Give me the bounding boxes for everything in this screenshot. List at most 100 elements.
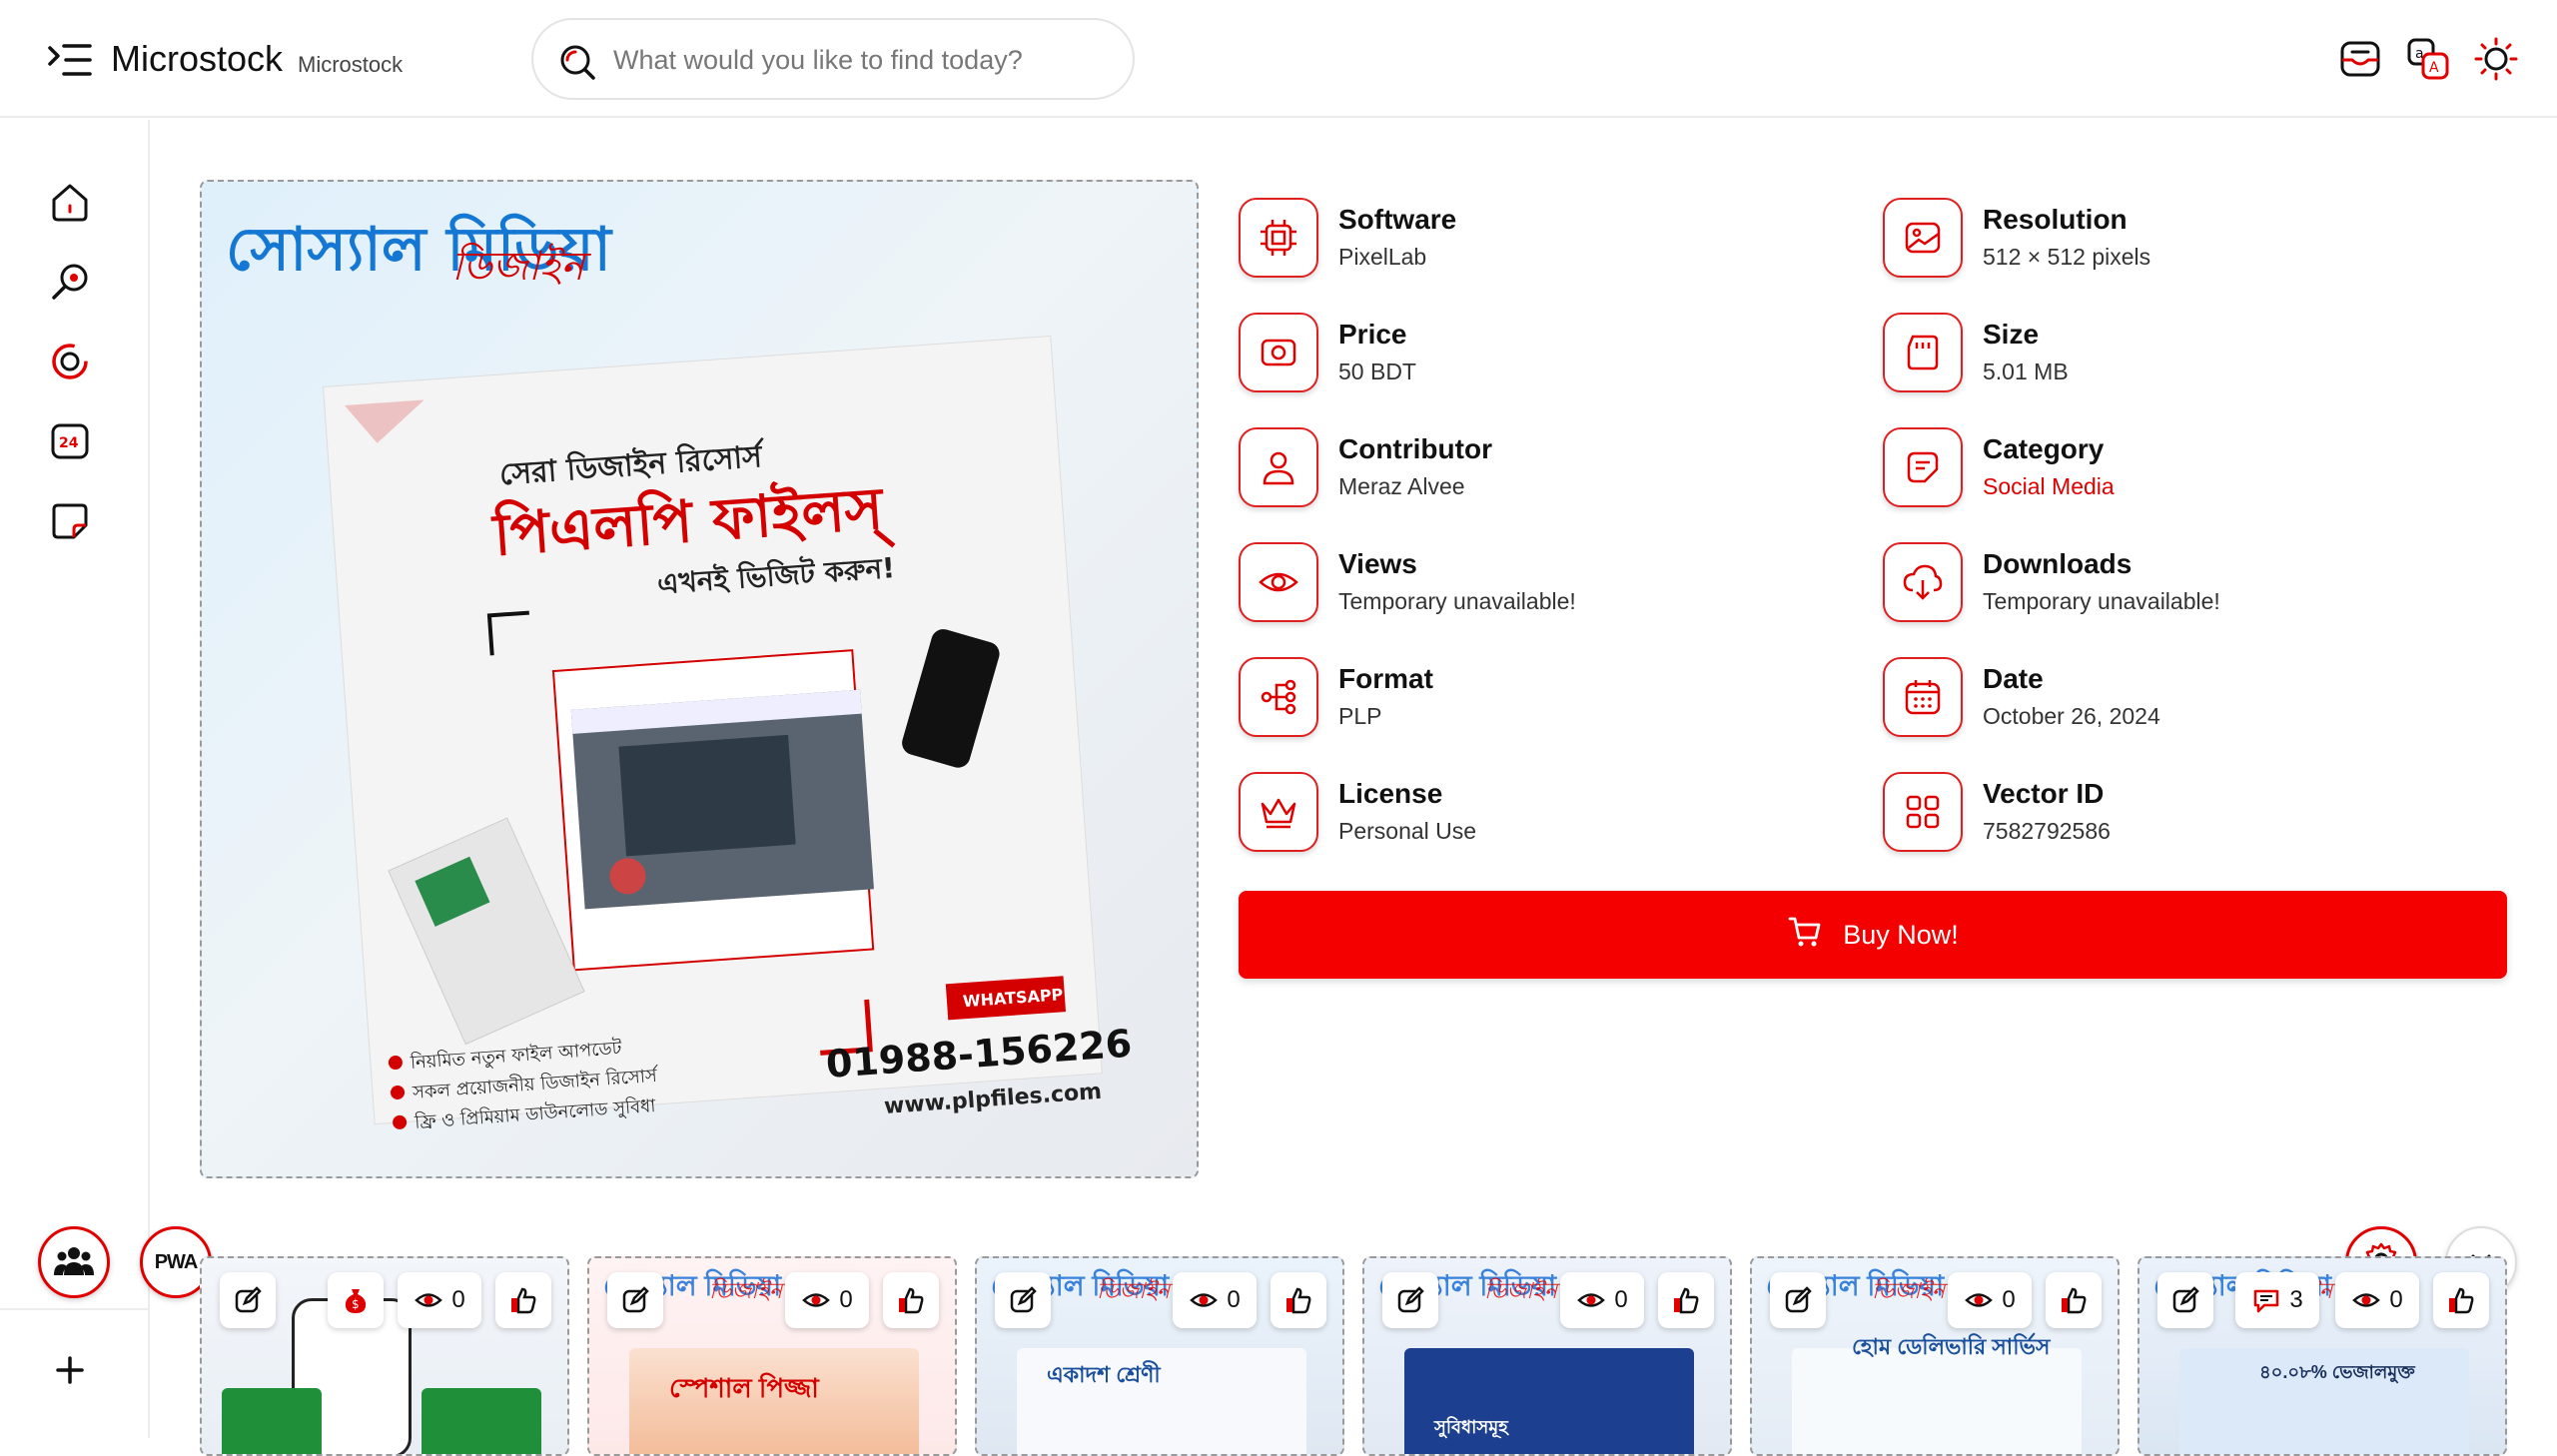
edit-icon[interactable] (607, 1272, 663, 1328)
views-chip: 0 (1948, 1272, 2032, 1328)
related-card-6[interactable]: সোস্যাল মিডিয়া ডিজাইন ৪০.০৮% ভেজালমুক্ত… (2137, 1256, 2507, 1456)
views-count: 0 (839, 1286, 853, 1313)
card-subtitle: ডিজাইন (1872, 1278, 1946, 1303)
card-thumbnail-text: সুবিধাসমূহ (1434, 1417, 1508, 1437)
related-card-3[interactable]: সোস্যাল মিডিয়া ডিজাইন একাদশ শ্রেণী 0 (975, 1256, 1344, 1456)
category-link[interactable]: Social Media (1983, 473, 2115, 500)
menu-toggle-icon[interactable] (46, 40, 94, 80)
info-value: 512 × 512 pixels (1983, 244, 2151, 270)
views-count: 0 (451, 1286, 465, 1313)
svg-text:A: A (2429, 60, 2439, 76)
cloud-download-icon (1883, 542, 1963, 622)
sd-card-icon (1883, 313, 1963, 392)
brand-subtitle: Microstock (298, 52, 404, 77)
card-thumbnail-text: ৪০.০৮% ভেজালমুক্ত (2259, 1362, 2415, 1382)
trending-icon[interactable] (48, 340, 92, 383)
card-thumbnail-text: স্পেশাল পিজ্জা (669, 1373, 819, 1403)
like-icon[interactable] (2433, 1272, 2489, 1328)
calendar-icon (1883, 657, 1963, 737)
community-button[interactable] (38, 1226, 110, 1298)
views-count: 0 (2389, 1286, 2403, 1313)
cart-icon (1787, 914, 1823, 957)
chip-icon (1239, 198, 1318, 278)
home-icon[interactable] (48, 180, 92, 224)
info-value: PixelLab (1338, 244, 1427, 270)
info-label: License (1338, 778, 1443, 809)
views-chip: 0 (398, 1272, 481, 1328)
views-chip: 0 (785, 1272, 869, 1328)
comments-chip[interactable]: 3 (2235, 1272, 2319, 1328)
info-label: Date (1983, 663, 2044, 694)
like-icon[interactable] (1658, 1272, 1714, 1328)
info-value: 50 BDT (1338, 359, 1416, 384)
search-bar[interactable] (531, 18, 1135, 100)
add-icon[interactable] (48, 1348, 92, 1392)
edit-icon[interactable] (1382, 1272, 1438, 1328)
qr-code-icon (1883, 772, 1963, 852)
sticky-note-icon[interactable] (48, 499, 92, 543)
info-label: Size (1983, 319, 2040, 350)
edit-icon[interactable] (220, 1272, 276, 1328)
eye-icon (1239, 542, 1318, 622)
card-green-flyer (222, 1388, 322, 1454)
product-preview-image: সোস্যাল মিডিয়া ডিজাইন সেরা ডিজাইন রিসোর… (200, 180, 1199, 1178)
crown-icon (1239, 772, 1318, 852)
views-count: 0 (1227, 1286, 1241, 1313)
svg-text:$: $ (352, 1297, 360, 1311)
preview-headline-sub: ডিজাইন (451, 242, 591, 290)
card-thumbnail-text: একাদশ শ্রেণী (1047, 1362, 1161, 1387)
comment-icon (2254, 1289, 2279, 1313)
24-hours-icon[interactable]: 24 (48, 419, 92, 463)
related-card-4[interactable]: সোস্যাল মিডিয়া ডিজাইন সুবিধাসমূহ 0 (1362, 1256, 1732, 1456)
search-icon[interactable] (557, 42, 597, 82)
eye-icon (802, 1293, 831, 1307)
card-green-flyer (422, 1388, 541, 1454)
views-chip: 0 (1560, 1272, 1644, 1328)
related-card-1[interactable]: $ 0 (200, 1256, 569, 1456)
info-label: Category (1983, 433, 2105, 464)
eye-icon (1190, 1293, 1219, 1307)
like-icon[interactable] (883, 1272, 939, 1328)
info-value: Temporary unavailable! (1338, 588, 1576, 614)
translate-icon[interactable]: a A (2405, 36, 2451, 82)
eye-icon (1965, 1293, 1994, 1307)
edit-icon[interactable] (2157, 1272, 2213, 1328)
info-label: Format (1338, 663, 1433, 694)
card-thumbnail-text: হোম ডেলিভারি সার্ভিস (1852, 1334, 2051, 1359)
money-bag-icon[interactable]: $ (328, 1272, 384, 1328)
explore-icon[interactable] (48, 260, 92, 304)
related-card-5[interactable]: সোস্যাল মিডিয়া ডিজাইন হোম ডেলিভারি সার্… (1750, 1256, 2120, 1456)
info-label: Downloads (1983, 548, 2132, 579)
info-value: 5.01 MB (1983, 359, 2069, 384)
info-value: 7582792586 (1983, 818, 2111, 844)
like-icon[interactable] (2046, 1272, 2102, 1328)
svg-text:a: a (2415, 46, 2424, 62)
sticker-icon (1883, 427, 1963, 507)
edit-icon[interactable] (995, 1272, 1051, 1328)
pwa-label: PWA (154, 1250, 199, 1273)
buy-now-button[interactable]: Buy Now! (1239, 891, 2507, 979)
info-label: Software (1338, 204, 1457, 235)
image-icon (1883, 198, 1963, 278)
card-subtitle: ডিজাইন (709, 1278, 783, 1303)
info-value: Personal Use (1338, 818, 1477, 844)
edit-icon[interactable] (1770, 1272, 1826, 1328)
money-icon (1239, 313, 1318, 392)
svg-text:24: 24 (59, 435, 79, 451)
eye-icon (415, 1293, 443, 1307)
like-icon[interactable] (495, 1272, 551, 1328)
search-input[interactable] (613, 36, 1113, 84)
like-icon[interactable] (1271, 1272, 1326, 1328)
card-subtitle: ডিজাইন (1484, 1278, 1558, 1303)
share-tree-icon (1239, 657, 1318, 737)
card-subtitle: ডিজাইন (1097, 1278, 1171, 1303)
sidebar-divider (0, 1308, 150, 1310)
user-icon (1239, 427, 1318, 507)
theme-toggle-icon[interactable] (2473, 36, 2519, 82)
comments-count: 3 (2289, 1286, 2303, 1313)
related-card-2[interactable]: সোস্যাল মিডিয়া ডিজাইন স্পেশাল পিজ্জা 0 (587, 1256, 957, 1456)
inbox-icon[interactable] (2337, 36, 2383, 82)
views-chip: 0 (2335, 1272, 2419, 1328)
brand-name[interactable]: Microstock (111, 38, 283, 80)
info-label: Resolution (1983, 204, 2128, 235)
